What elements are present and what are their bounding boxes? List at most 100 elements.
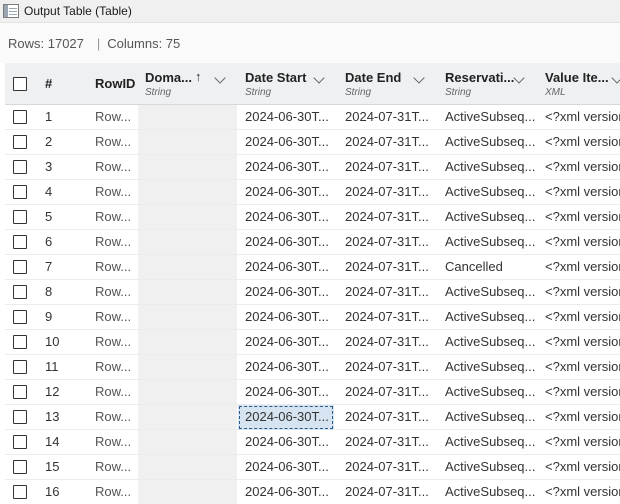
date-end-cell[interactable]: 2024-07-31T... xyxy=(345,430,439,455)
column-header-date-end[interactable]: Date End String xyxy=(345,63,440,105)
table-row[interactable]: 10 Row... 2024-06-30T... 2024-07-31T... Acti… xyxy=(5,330,620,355)
value-cell[interactable]: <?xml version xyxy=(545,230,620,255)
reservation-cell[interactable]: ActiveSubseq... xyxy=(445,330,539,355)
value-cell[interactable]: <?xml version xyxy=(545,155,620,180)
date-end-cell[interactable]: 2024-07-31T... xyxy=(345,255,439,280)
row-number-cell[interactable]: 14 xyxy=(45,430,93,455)
table-row[interactable]: 11 Row... 2024-06-30T... 2024-07-31T... Acti… xyxy=(5,355,620,380)
row-number-cell[interactable]: 4 xyxy=(45,180,93,205)
rowid-cell[interactable]: Row... xyxy=(95,180,137,205)
rowid-cell[interactable]: Row... xyxy=(95,430,137,455)
row-number-cell[interactable]: 1 xyxy=(45,105,93,130)
table-row[interactable]: 8 Row... 2024-06-30T... 2024-07-31T... Activ… xyxy=(5,280,620,305)
date-start-cell[interactable]: 2024-06-30T... xyxy=(245,155,339,180)
table-row[interactable]: 7 Row... 2024-06-30T... 2024-07-31T... Cance… xyxy=(5,255,620,280)
reservation-cell[interactable]: ActiveSubseq... xyxy=(445,155,539,180)
row-number-cell[interactable]: 3 xyxy=(45,155,93,180)
row-checkbox[interactable] xyxy=(13,460,27,474)
rowid-cell[interactable]: Row... xyxy=(95,480,137,504)
table-row[interactable]: 12 Row... 2024-06-30T... 2024-07-31T... Acti… xyxy=(5,380,620,405)
rowid-cell[interactable]: Row... xyxy=(95,305,137,330)
value-cell[interactable]: <?xml version xyxy=(545,355,620,380)
row-checkbox[interactable] xyxy=(13,385,27,399)
date-start-cell[interactable]: 2024-06-30T... xyxy=(245,430,339,455)
row-checkbox[interactable] xyxy=(13,135,27,149)
row-number-cell[interactable]: 7 xyxy=(45,255,93,280)
table-row[interactable]: 1 Row... 2024-06-30T... 2024-07-31T... Activ… xyxy=(5,105,620,130)
date-end-cell[interactable]: 2024-07-31T... xyxy=(345,405,439,430)
date-end-cell[interactable]: 2024-07-31T... xyxy=(345,230,439,255)
date-start-cell[interactable]: 2024-06-30T... xyxy=(245,455,339,480)
rowid-cell[interactable]: Row... xyxy=(95,205,137,230)
date-start-cell[interactable]: 2024-06-30T... xyxy=(245,105,339,130)
reservation-cell[interactable]: ActiveSubseq... xyxy=(445,380,539,405)
select-all-checkbox[interactable] xyxy=(13,77,27,91)
reservation-cell[interactable]: ActiveSubseq... xyxy=(445,480,539,504)
value-cell[interactable]: <?xml version xyxy=(545,305,620,330)
date-end-cell[interactable]: 2024-07-31T... xyxy=(345,380,439,405)
chevron-down-icon[interactable] xyxy=(513,72,525,84)
value-cell[interactable]: <?xml version xyxy=(545,255,620,280)
date-start-cell[interactable]: 2024-06-30T... xyxy=(238,405,334,430)
column-header-reservation[interactable]: Reservati... String xyxy=(445,63,540,105)
table-row[interactable]: 9 Row... 2024-06-30T... 2024-07-31T... Activ… xyxy=(5,305,620,330)
value-cell[interactable]: <?xml version xyxy=(545,205,620,230)
row-number-cell[interactable]: 16 xyxy=(45,480,93,504)
row-number-cell[interactable]: 2 xyxy=(45,130,93,155)
row-number-cell[interactable]: 12 xyxy=(45,380,93,405)
row-checkbox[interactable] xyxy=(13,410,27,424)
row-checkbox[interactable] xyxy=(13,110,27,124)
table-row[interactable]: 2 Row... 2024-06-30T... 2024-07-31T... Activ… xyxy=(5,130,620,155)
rowid-cell[interactable]: Row... xyxy=(95,330,137,355)
value-cell[interactable]: <?xml version xyxy=(545,180,620,205)
value-cell[interactable]: <?xml version xyxy=(545,130,620,155)
date-end-cell[interactable]: 2024-07-31T... xyxy=(345,305,439,330)
reservation-cell[interactable]: ActiveSubseq... xyxy=(445,355,539,380)
reservation-cell[interactable]: Cancelled xyxy=(445,255,539,280)
date-start-cell[interactable]: 2024-06-30T... xyxy=(245,180,339,205)
value-cell[interactable]: <?xml version xyxy=(545,480,620,504)
row-checkbox[interactable] xyxy=(13,310,27,324)
date-end-cell[interactable]: 2024-07-31T... xyxy=(345,180,439,205)
date-start-cell[interactable]: 2024-06-30T... xyxy=(245,480,339,504)
rowid-cell[interactable]: Row... xyxy=(95,380,137,405)
row-checkbox[interactable] xyxy=(13,235,27,249)
reservation-cell[interactable]: ActiveSubseq... xyxy=(445,130,539,155)
date-start-cell[interactable]: 2024-06-30T... xyxy=(245,230,339,255)
date-start-cell[interactable]: 2024-06-30T... xyxy=(245,255,339,280)
date-end-cell[interactable]: 2024-07-31T... xyxy=(345,205,439,230)
date-start-cell[interactable]: 2024-06-30T... xyxy=(245,355,339,380)
reservation-cell[interactable]: ActiveSubseq... xyxy=(445,105,539,130)
row-checkbox[interactable] xyxy=(13,485,27,499)
rowid-cell[interactable]: Row... xyxy=(95,155,137,180)
reservation-cell[interactable]: ActiveSubseq... xyxy=(445,455,539,480)
row-checkbox[interactable] xyxy=(13,285,27,299)
row-number-cell[interactable]: 5 xyxy=(45,205,93,230)
date-start-cell[interactable]: 2024-06-30T... xyxy=(245,130,339,155)
reservation-cell[interactable]: ActiveSubseq... xyxy=(445,305,539,330)
row-checkbox[interactable] xyxy=(13,160,27,174)
value-cell[interactable]: <?xml version xyxy=(545,430,620,455)
row-checkbox[interactable] xyxy=(13,360,27,374)
rowid-cell[interactable]: Row... xyxy=(95,130,137,155)
chevron-down-icon[interactable] xyxy=(413,72,425,84)
reservation-cell[interactable]: ActiveSubseq... xyxy=(445,430,539,455)
value-cell[interactable]: <?xml version xyxy=(545,380,620,405)
chevron-down-icon[interactable] xyxy=(313,72,325,84)
date-end-cell[interactable]: 2024-07-31T... xyxy=(345,105,439,130)
table-row[interactable]: 3 Row... 2024-06-30T... 2024-07-31T... Activ… xyxy=(5,155,620,180)
row-number-cell[interactable]: 15 xyxy=(45,455,93,480)
table-row[interactable]: 13 Row... 2024-06-30T... 2024-07-31T... Acti… xyxy=(5,405,620,430)
reservation-cell[interactable]: ActiveSubseq... xyxy=(445,180,539,205)
row-number-cell[interactable]: 11 xyxy=(45,355,93,380)
table-row[interactable]: 15 Row... 2024-06-30T... 2024-07-31T... Acti… xyxy=(5,455,620,480)
row-checkbox[interactable] xyxy=(13,260,27,274)
date-end-cell[interactable]: 2024-07-31T... xyxy=(345,155,439,180)
rowid-cell[interactable]: Row... xyxy=(95,230,137,255)
table-row[interactable]: 16 Row... 2024-06-30T... 2024-07-31T... Acti… xyxy=(5,480,620,504)
row-number-cell[interactable]: 9 xyxy=(45,305,93,330)
row-checkbox[interactable] xyxy=(13,435,27,449)
chevron-down-icon[interactable] xyxy=(611,72,620,84)
value-cell[interactable]: <?xml version xyxy=(545,105,620,130)
column-header-date-start[interactable]: Date Start String xyxy=(245,63,340,105)
